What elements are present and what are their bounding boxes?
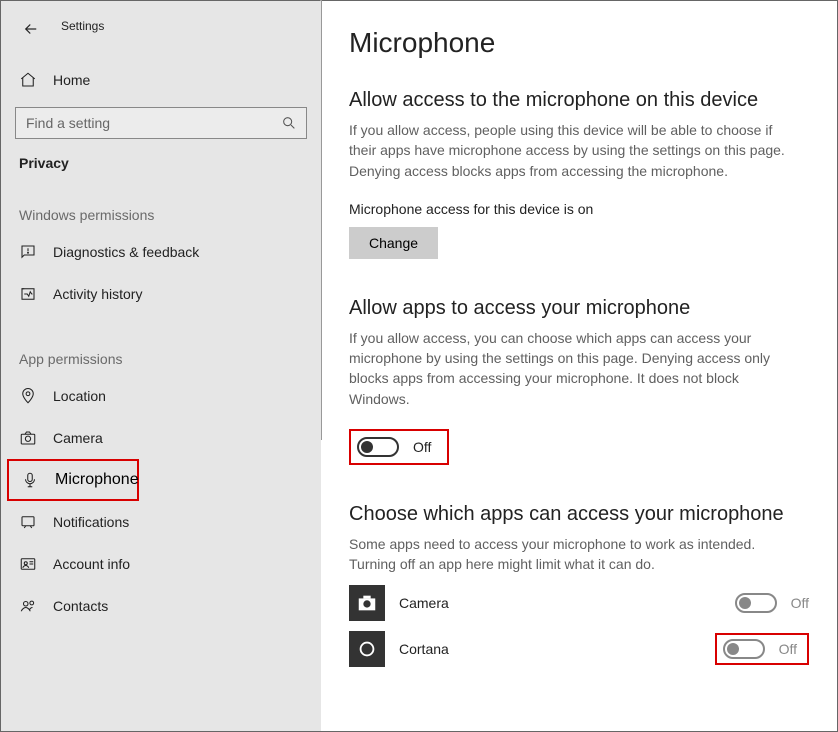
account-icon <box>19 555 37 573</box>
home-label: Home <box>53 72 90 88</box>
toggle-state-label: Off <box>791 595 809 611</box>
sidebar-item-activity[interactable]: Activity history <box>1 273 321 315</box>
app-row-cortana: Cortana Off <box>349 631 809 667</box>
activity-icon <box>19 285 37 303</box>
section-choose-apps: Choose which apps can access your microp… <box>349 503 809 667</box>
sidebar-item-location[interactable]: Location <box>1 375 321 417</box>
sidebar-item-microphone[interactable]: Microphone <box>7 459 139 501</box>
toggle-state-label: Off <box>779 641 797 657</box>
app-row-camera: Camera Off <box>349 585 809 621</box>
sidebar-item-label: Contacts <box>53 598 108 614</box>
apps-access-toggle-highlight: Off <box>349 429 449 465</box>
app-name-label: Cortana <box>399 641 449 657</box>
main-content: Microphone Allow access to the microphon… <box>321 1 837 731</box>
home-nav[interactable]: Home <box>1 63 321 97</box>
sidebar-item-account[interactable]: Account info <box>1 543 321 585</box>
section-app-permissions: App permissions <box>1 315 321 375</box>
camera-app-icon <box>349 585 385 621</box>
back-button[interactable] <box>11 15 51 43</box>
section-title: Allow apps to access your microphone <box>349 297 809 320</box>
section-title: Choose which apps can access your microp… <box>349 503 809 526</box>
cortana-app-icon <box>349 631 385 667</box>
sidebar-item-notifications[interactable]: Notifications <box>1 501 321 543</box>
change-button[interactable]: Change <box>349 227 438 259</box>
app-title: Settings <box>61 19 104 33</box>
notifications-icon <box>19 513 37 531</box>
sidebar-item-diagnostics[interactable]: Diagnostics & feedback <box>1 231 321 273</box>
privacy-header: Privacy <box>1 139 321 171</box>
sidebar-item-label: Camera <box>53 430 103 446</box>
sidebar-item-label: Account info <box>53 556 130 572</box>
sidebar-item-label: Notifications <box>53 514 129 530</box>
section-windows-permissions: Windows permissions <box>1 171 321 231</box>
location-icon <box>19 387 37 405</box>
section-device-access: Allow access to the microphone on this d… <box>349 89 809 259</box>
section-description: Some apps need to access your microphone… <box>349 534 789 575</box>
search-container <box>15 107 307 139</box>
search-icon <box>281 115 297 131</box>
apps-access-toggle[interactable] <box>357 437 399 457</box>
cortana-app-toggle[interactable] <box>723 639 765 659</box>
microphone-icon <box>21 471 39 489</box>
sidebar-item-label: Microphone <box>55 471 139 489</box>
arrow-left-icon <box>22 20 40 38</box>
app-name-label: Camera <box>399 595 449 611</box>
section-description: If you allow access, you can choose whic… <box>349 328 789 409</box>
sidebar-item-camera[interactable]: Camera <box>1 417 321 459</box>
sidebar: Settings Home Privacy Windows permission… <box>1 1 321 731</box>
cortana-toggle-highlight: Off <box>715 633 809 665</box>
search-input[interactable] <box>15 107 307 139</box>
sidebar-item-label: Activity history <box>53 286 142 302</box>
sidebar-item-label: Diagnostics & feedback <box>53 244 199 260</box>
section-title: Allow access to the microphone on this d… <box>349 89 809 112</box>
page-title: Microphone <box>349 27 809 59</box>
contacts-icon <box>19 597 37 615</box>
section-description: If you allow access, people using this d… <box>349 120 789 181</box>
device-access-status: Microphone access for this device is on <box>349 201 809 217</box>
toggle-state-label: Off <box>413 439 431 455</box>
feedback-icon <box>19 243 37 261</box>
camera-icon <box>19 429 37 447</box>
section-apps-access: Allow apps to access your microphone If … <box>349 297 809 465</box>
camera-app-toggle[interactable] <box>735 593 777 613</box>
home-icon <box>19 71 37 89</box>
sidebar-item-contacts[interactable]: Contacts <box>1 585 321 627</box>
sidebar-item-label: Location <box>53 388 106 404</box>
